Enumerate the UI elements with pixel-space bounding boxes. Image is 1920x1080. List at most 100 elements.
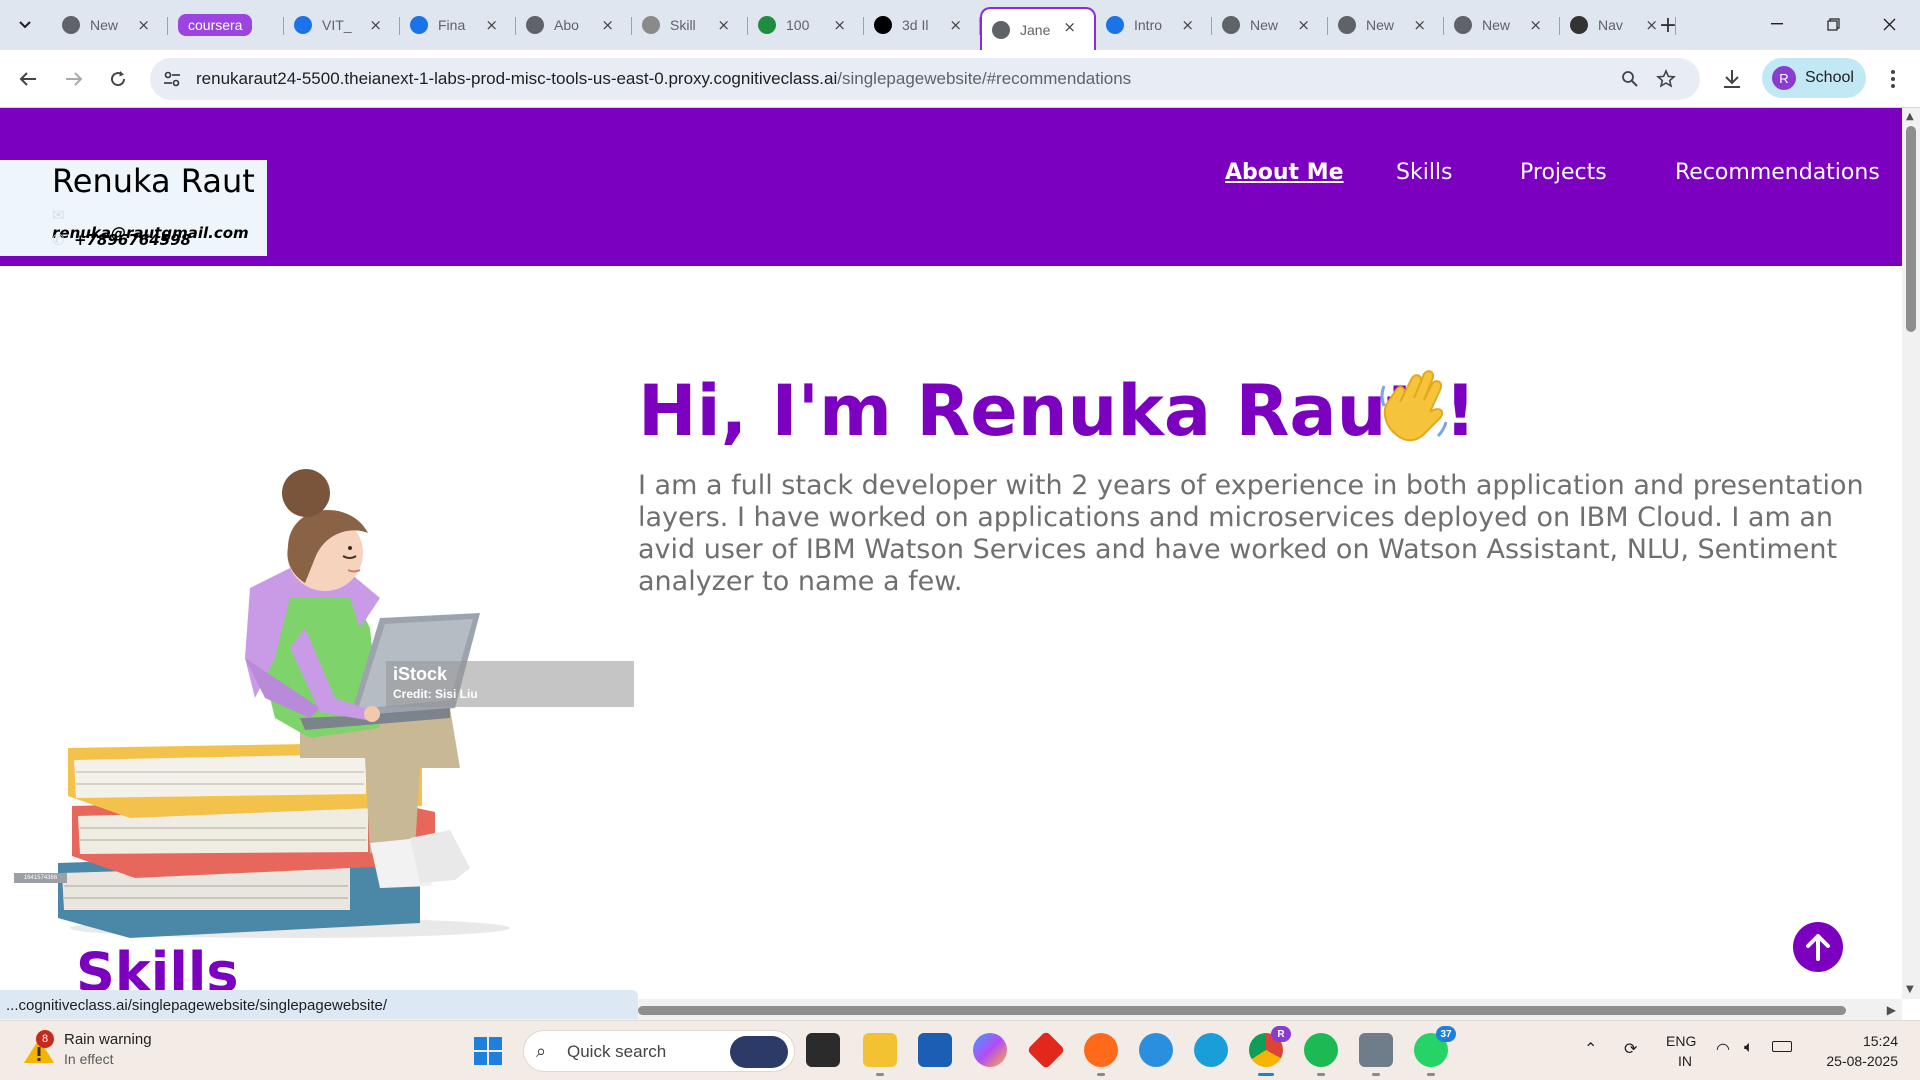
close-tab-icon[interactable]: ×	[137, 16, 150, 34]
close-tab-icon[interactable]: ×	[717, 16, 730, 34]
close-tab-icon[interactable]: ×	[949, 16, 962, 34]
new-tab-button[interactable]: +	[1653, 10, 1683, 40]
region-text: IN	[1678, 1053, 1692, 1069]
vertical-scroll-thumb[interactable]	[1906, 126, 1916, 332]
profile-button[interactable]: R School	[1762, 58, 1866, 98]
close-tab-icon[interactable]: ×	[1529, 16, 1542, 34]
back-button[interactable]	[12, 63, 44, 95]
browser-tab[interactable]: Jane ×	[980, 7, 1096, 50]
tab-search-button[interactable]	[10, 10, 40, 40]
reload-icon	[111, 71, 126, 87]
scroll-up-arrow-icon[interactable]: ▲	[1906, 111, 1914, 122]
close-tab-icon[interactable]: ×	[485, 16, 498, 34]
site-owner-name: Renuka Raut	[52, 162, 255, 200]
minimize-button[interactable]	[1754, 8, 1800, 40]
start-button[interactable]	[474, 1037, 502, 1065]
copilot-icon[interactable]	[973, 1033, 1007, 1067]
tab-group-chip[interactable]: coursera	[178, 14, 253, 36]
address-bar[interactable]: renukaraut24-5500.theianext-1-labs-prod-…	[150, 58, 1700, 100]
browser-tab[interactable]: VIT_ ×	[284, 7, 400, 43]
browser-tab[interactable]: coursera	[168, 7, 284, 43]
scroll-down-arrow-icon[interactable]: ▼	[1906, 984, 1914, 995]
search-highlight-image	[730, 1036, 788, 1068]
clock[interactable]: 15:24 25-08-2025	[1812, 1021, 1912, 1080]
nav-skills[interactable]: Skills	[1396, 160, 1453, 185]
browser-tab[interactable]: Skill ×	[632, 7, 748, 43]
weather-badge: 8	[36, 1030, 54, 1048]
browser-tab[interactable]: 100 ×	[748, 7, 864, 43]
close-tab-icon[interactable]: ×	[1063, 18, 1076, 36]
whatsapp-icon[interactable]: 37	[1414, 1026, 1456, 1076]
quick-settings[interactable]: ◠ 🔈︎	[1716, 1021, 1806, 1080]
anydesk-icon[interactable]	[1026, 1030, 1066, 1070]
task-view-icon[interactable]	[806, 1033, 840, 1067]
site-info-icon[interactable]	[162, 69, 182, 89]
phone-icon: ✆	[52, 231, 65, 249]
weather-subtitle: In effect	[64, 1051, 114, 1067]
forward-button[interactable]	[58, 63, 90, 95]
close-tab-icon[interactable]: ×	[1181, 16, 1194, 34]
scroll-right-arrow-icon[interactable]: ▶	[1887, 1003, 1896, 1017]
browser-tab[interactable]: 3d Il ×	[864, 7, 980, 43]
wifi-icon: ◠	[1716, 1041, 1730, 1058]
downloads-button[interactable]	[1716, 63, 1748, 95]
chevron-up-icon[interactable]: ⌃	[1584, 1039, 1597, 1059]
search-icon: ⌕	[536, 1041, 547, 1062]
hero-description: I am a full stack developer with 2 years…	[638, 470, 1864, 597]
browser-tab[interactable]: Fina ×	[400, 7, 516, 43]
microsoft-store-icon[interactable]	[918, 1033, 952, 1067]
tab-list: New × coursera VIT_ × Fina × Abo × Skill × 100 × 3d I…	[52, 7, 1676, 50]
nav-recommendations[interactable]: Recommendations	[1675, 160, 1880, 185]
tab-title: Skill	[670, 17, 696, 33]
close-tab-icon[interactable]: ×	[601, 16, 614, 34]
spotify-icon[interactable]	[1304, 1033, 1338, 1076]
search-placeholder: Quick search	[567, 1042, 667, 1061]
browser-tab[interactable]: New ×	[1444, 7, 1560, 43]
whatsapp-badge: 37	[1436, 1026, 1456, 1042]
restore-button[interactable]	[1810, 8, 1856, 40]
link-status-bubble: ...cognitiveclass.ai/singlepagewebsite/s…	[0, 990, 638, 1019]
back-to-top-button[interactable]	[1793, 922, 1843, 972]
file-explorer-icon[interactable]	[863, 1033, 897, 1076]
zoom-button[interactable]	[1620, 69, 1640, 89]
language-indicator[interactable]: ENG IN	[1664, 1021, 1714, 1080]
snipping-tool-icon[interactable]	[1359, 1033, 1393, 1076]
globe-icon	[1338, 16, 1356, 34]
sync-icon[interactable]: ⟳	[1624, 1039, 1637, 1059]
taskbar-search[interactable]: ⌕ Quick search	[523, 1030, 795, 1072]
nav-projects[interactable]: Projects	[1520, 160, 1607, 185]
tab-title: VIT_	[322, 17, 352, 33]
browser-menu-button[interactable]	[1877, 63, 1909, 95]
vertical-scrollbar[interactable]: ▲ ▼	[1902, 108, 1920, 999]
envelope-icon: ✉	[52, 206, 65, 224]
px-icon	[758, 16, 776, 34]
hero-title: Hi, I'm Renuka Raut !	[638, 370, 1477, 452]
phone-text[interactable]: +7896764598	[74, 231, 191, 249]
waving-hand-icon	[1380, 370, 1448, 442]
close-tab-icon[interactable]: ×	[833, 16, 846, 34]
close-tab-icon[interactable]: ×	[369, 16, 382, 34]
browser-tab[interactable]: New ×	[1328, 7, 1444, 43]
ide-icon[interactable]	[1139, 1033, 1173, 1067]
browser-tab[interactable]: New ×	[52, 7, 168, 43]
reload-button[interactable]	[102, 63, 134, 95]
weather-title: Rain warning	[64, 1031, 152, 1048]
firefox-icon[interactable]	[1084, 1033, 1118, 1076]
browser-tab[interactable]: Intro ×	[1096, 7, 1212, 43]
horizontal-scroll-thumb[interactable]	[638, 1006, 1846, 1015]
arrow-right-icon	[66, 72, 83, 86]
chrome-icon[interactable]: R	[1249, 1026, 1291, 1076]
close-tab-icon[interactable]: ×	[1297, 16, 1310, 34]
close-window-button[interactable]	[1866, 8, 1912, 40]
edge-icon[interactable]	[1194, 1033, 1228, 1067]
tab-title: New	[1250, 17, 1279, 33]
weather-widget[interactable]: 8 Rain warning In effect	[22, 1030, 222, 1071]
restore-icon	[1826, 17, 1840, 31]
close-tab-icon[interactable]: ×	[1413, 16, 1426, 34]
tab-title: Nav	[1598, 17, 1623, 33]
browser-tab[interactable]: Abo ×	[516, 7, 632, 43]
bookmark-button[interactable]	[1656, 69, 1676, 89]
nav-about-me[interactable]: About Me	[1225, 160, 1344, 185]
url-text[interactable]: renukaraut24-5500.theianext-1-labs-prod-…	[196, 69, 1131, 89]
browser-tab[interactable]: New ×	[1212, 7, 1328, 43]
